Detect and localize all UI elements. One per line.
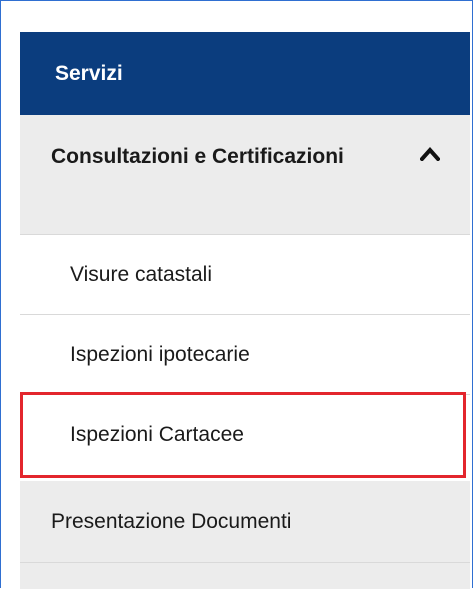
menu-item-visure-catastali[interactable]: Visure catastali	[20, 235, 470, 315]
menu-header: Servizi	[20, 32, 470, 115]
menu-item-label: Visure catastali	[70, 262, 213, 286]
menu-item-label: Ispezioni ipotecarie	[70, 342, 250, 366]
group-title: Consultazioni e Certificazioni	[51, 145, 344, 168]
menu-header-title: Servizi	[55, 61, 123, 85]
services-menu: Servizi Consultazioni e Certificazioni V…	[20, 32, 470, 589]
group-consultazioni-certificazioni[interactable]: Consultazioni e Certificazioni	[20, 115, 470, 235]
menu-section-label: Presentazione Documenti	[51, 509, 292, 533]
chevron-up-icon[interactable]	[420, 147, 440, 161]
menu-section-presentazione-documenti[interactable]: Presentazione Documenti	[20, 481, 470, 563]
menu-next-section-partial	[20, 563, 470, 589]
panel-frame: Servizi Consultazioni e Certificazioni V…	[0, 0, 473, 589]
menu-item-label: Ispezioni Cartacee	[70, 423, 244, 446]
menu-item-ispezioni-ipotecarie[interactable]: Ispezioni ipotecarie	[20, 315, 470, 395]
menu-item-ispezioni-cartacee[interactable]: Ispezioni Cartacee	[20, 392, 466, 478]
